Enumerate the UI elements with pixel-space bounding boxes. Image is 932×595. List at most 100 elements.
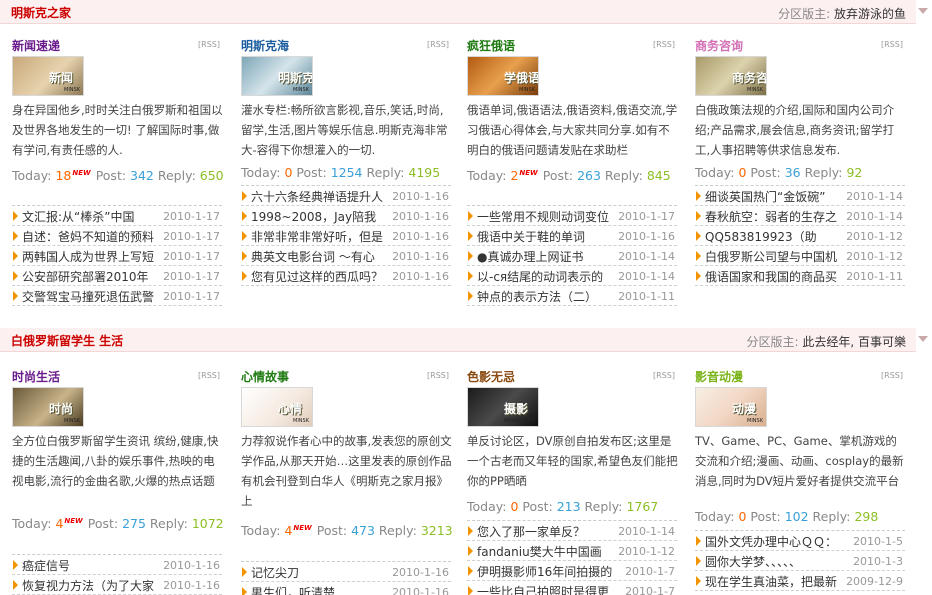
forum-description: 白俄政策法规的介绍,国际和国内公司介绍;产品需求,展会信息,商务资讯;留学打工,… [695,103,895,157]
moderator-link[interactable]: 此去经年, 百事可樂 [802,335,906,349]
forum-name-link[interactable]: 时尚生活 [12,368,60,385]
thread-row: 您入了那一家单反？ 2010-1-14 [467,521,677,541]
thread-title-link[interactable]: 公安部研究部署2010年 [22,268,162,285]
forum-name-link[interactable]: 明斯克海 [241,37,289,54]
thread-title-link[interactable]: 您有见过这样的西瓜吗？ [251,268,391,285]
collapse-icon[interactable] [918,336,928,342]
thread-title-link[interactable]: 一些比自己拍照时是得更 [477,583,617,595]
thread-row: 白俄罗斯公司望与中国机 2010-1-12 [695,246,905,266]
rss-icon[interactable]: [RSS] [881,371,903,380]
forum-logo-image[interactable]: 摄影 MINSKHOME [467,387,539,427]
reply-label: Reply: [580,499,627,514]
rss-icon[interactable]: [RSS] [198,40,220,49]
today-label: Today: [241,523,285,538]
logo-subtext: MINSK [519,87,535,93]
bullet-arrow-icon [13,580,18,590]
thread-date: 2010-1-17 [163,290,220,303]
thread-row: 两韩国人成为世界上写短 2010-1-17 [12,246,222,266]
forum-logo-image[interactable]: 时尚 MINSK [12,387,84,427]
thread-title-link[interactable]: 典英文电影台词 ～有心 [251,248,391,265]
thread-title-link[interactable]: 非常非常非常好听，但是 [251,228,391,245]
rss-icon[interactable]: [RSS] [881,40,903,49]
thread-title-link[interactable]: 1998~2008，Jay陪我 [251,208,391,225]
post-count: 102 [784,509,809,524]
thread-row: 钟点的表示方法（二） 2010-1-11 [467,286,677,306]
thread-row: 男生们，听清楚 2010-1-16 [241,582,451,595]
thread-title-link[interactable]: 俄语国家和我国的商品买 [705,268,845,285]
thread-title-link[interactable]: 两韩国人成为世界上写短 [22,248,162,265]
forum-name-link[interactable]: 心情故事 [241,368,289,385]
thread-title-link[interactable]: 钟点的表示方法（二） [477,288,617,305]
rss-icon[interactable]: [RSS] [427,40,449,49]
thread-title-link[interactable]: 交警驾宝马撞死退伍武警 [22,288,162,305]
collapse-icon[interactable] [918,8,928,14]
thread-row: 您有见过这样的西瓜吗？ 2010-1-16 [241,266,451,286]
thread-title-link[interactable]: 一些常用不规则动词变位 [477,208,617,225]
moderator-link[interactable]: 放弃游泳的鱼 [834,7,906,21]
today-count: 2 [510,168,519,183]
forum-logo-image[interactable]: 心情 MINSK [241,387,313,427]
thread-row: 细谈英国热门“金饭碗” 2010-1-14 [695,186,905,206]
thread-title-link[interactable]: fandaniu樊大牛中国画 [477,543,617,560]
thread-title-link[interactable]: 现在学生真油菜，把最新 [705,573,845,590]
thread-title-link[interactable]: 圆你大学梦、、、、、 [705,553,845,570]
thread-date: 2010-1-11 [846,270,903,283]
thread-title-link[interactable]: 文汇报:从“棒杀”中国 [22,208,162,225]
post-label: Post: [746,509,785,524]
thread-row: 交警驾宝马撞死退伍武警 2010-1-17 [12,286,222,306]
thread-title-link[interactable]: 俄语中关于鞋的单词 [477,228,617,245]
forum-logo-image[interactable]: 明斯克海 MINSK [241,56,313,96]
thread-title-link[interactable]: 伊明摄影师16年间拍摄的 [477,563,617,580]
forum-logo-image[interactable]: 动漫 MINSK [695,387,767,427]
thread-title-link[interactable]: 国外文凭办理中心ＱＱ： [705,533,845,550]
thread-title-link[interactable]: 您入了那一家单反？ [477,523,617,540]
bullet-arrow-icon [242,191,247,201]
thread-title-link[interactable]: ●真诚办理上网证书 [477,248,617,265]
rss-icon[interactable]: [RSS] [427,371,449,380]
today-label: Today: [467,499,511,514]
forum-stats: Today: 4NEW Post: 275 Reply: 1072 [12,511,224,534]
thread-title-link[interactable]: 六十六条经典禅语提升人 [251,188,391,205]
logo-text: 动漫 [732,402,757,416]
bullet-arrow-icon [696,556,701,566]
post-count: 342 [130,168,154,183]
today-count: 4 [284,523,293,538]
rss-icon[interactable]: [RSS] [653,371,675,380]
forum-name-link[interactable]: 疯狂俄语 [467,37,515,54]
bullet-arrow-icon [13,231,18,241]
thread-title-link[interactable]: 白俄罗斯公司望与中国机 [705,248,845,265]
forum-name-link[interactable]: 影音动漫 [695,368,743,385]
forum-name-link[interactable]: 商务咨询 [695,37,743,54]
thread-title-link[interactable]: 恢复视力方法（为了大家 [22,577,162,594]
thread-title-link[interactable]: 细谈英国热门“金饭碗” [705,188,845,205]
forum-logo-image[interactable]: 学俄语 MINSK [467,56,539,96]
category-title[interactable]: 白俄罗斯留学生 生活 [11,332,123,349]
logo-text: 明斯克海 [278,71,313,85]
forum-name-link[interactable]: 色影无忌 [467,368,515,385]
thread-title-link[interactable]: 春秋航空：弱者的生存之 [705,208,845,225]
category-title[interactable]: 明斯克之家 [11,4,71,21]
thread-row: 圆你大学梦、、、、、 2010-1-3 [695,551,905,571]
thread-title-link[interactable]: 以-ся结尾的动词表示的 [477,268,617,285]
thread-date: 2010-1-14 [846,190,903,203]
forum-name-link[interactable]: 新闻速递 [12,37,60,54]
rss-icon[interactable]: [RSS] [198,371,220,380]
bullet-arrow-icon [468,271,473,281]
thread-title-link[interactable]: QQ583819923（助 [705,228,845,245]
post-label: Post: [746,165,785,180]
logo-subtext: MINSK [293,418,309,424]
thread-title-link[interactable]: 自述：爸妈不知道的预料 [22,228,162,245]
post-label: Post: [83,516,123,531]
bullet-arrow-icon [468,566,473,576]
bullet-arrow-icon [242,271,247,281]
post-label: Post: [518,499,557,514]
thread-title-link[interactable]: 男生们，听清楚 [251,584,391,595]
bullet-arrow-icon [242,567,247,577]
moderator-label: 分区版主: [778,7,831,21]
thread-title-link[interactable]: 癌症信号 [22,557,162,574]
forum-logo-image[interactable]: 新闻 MINSK [12,56,84,96]
reply-count: 1072 [191,516,224,531]
forum-logo-image[interactable]: 商务咨询 MINSK [695,56,767,96]
thread-title-link[interactable]: 记忆尖刀 [251,564,391,581]
rss-icon[interactable]: [RSS] [653,40,675,49]
